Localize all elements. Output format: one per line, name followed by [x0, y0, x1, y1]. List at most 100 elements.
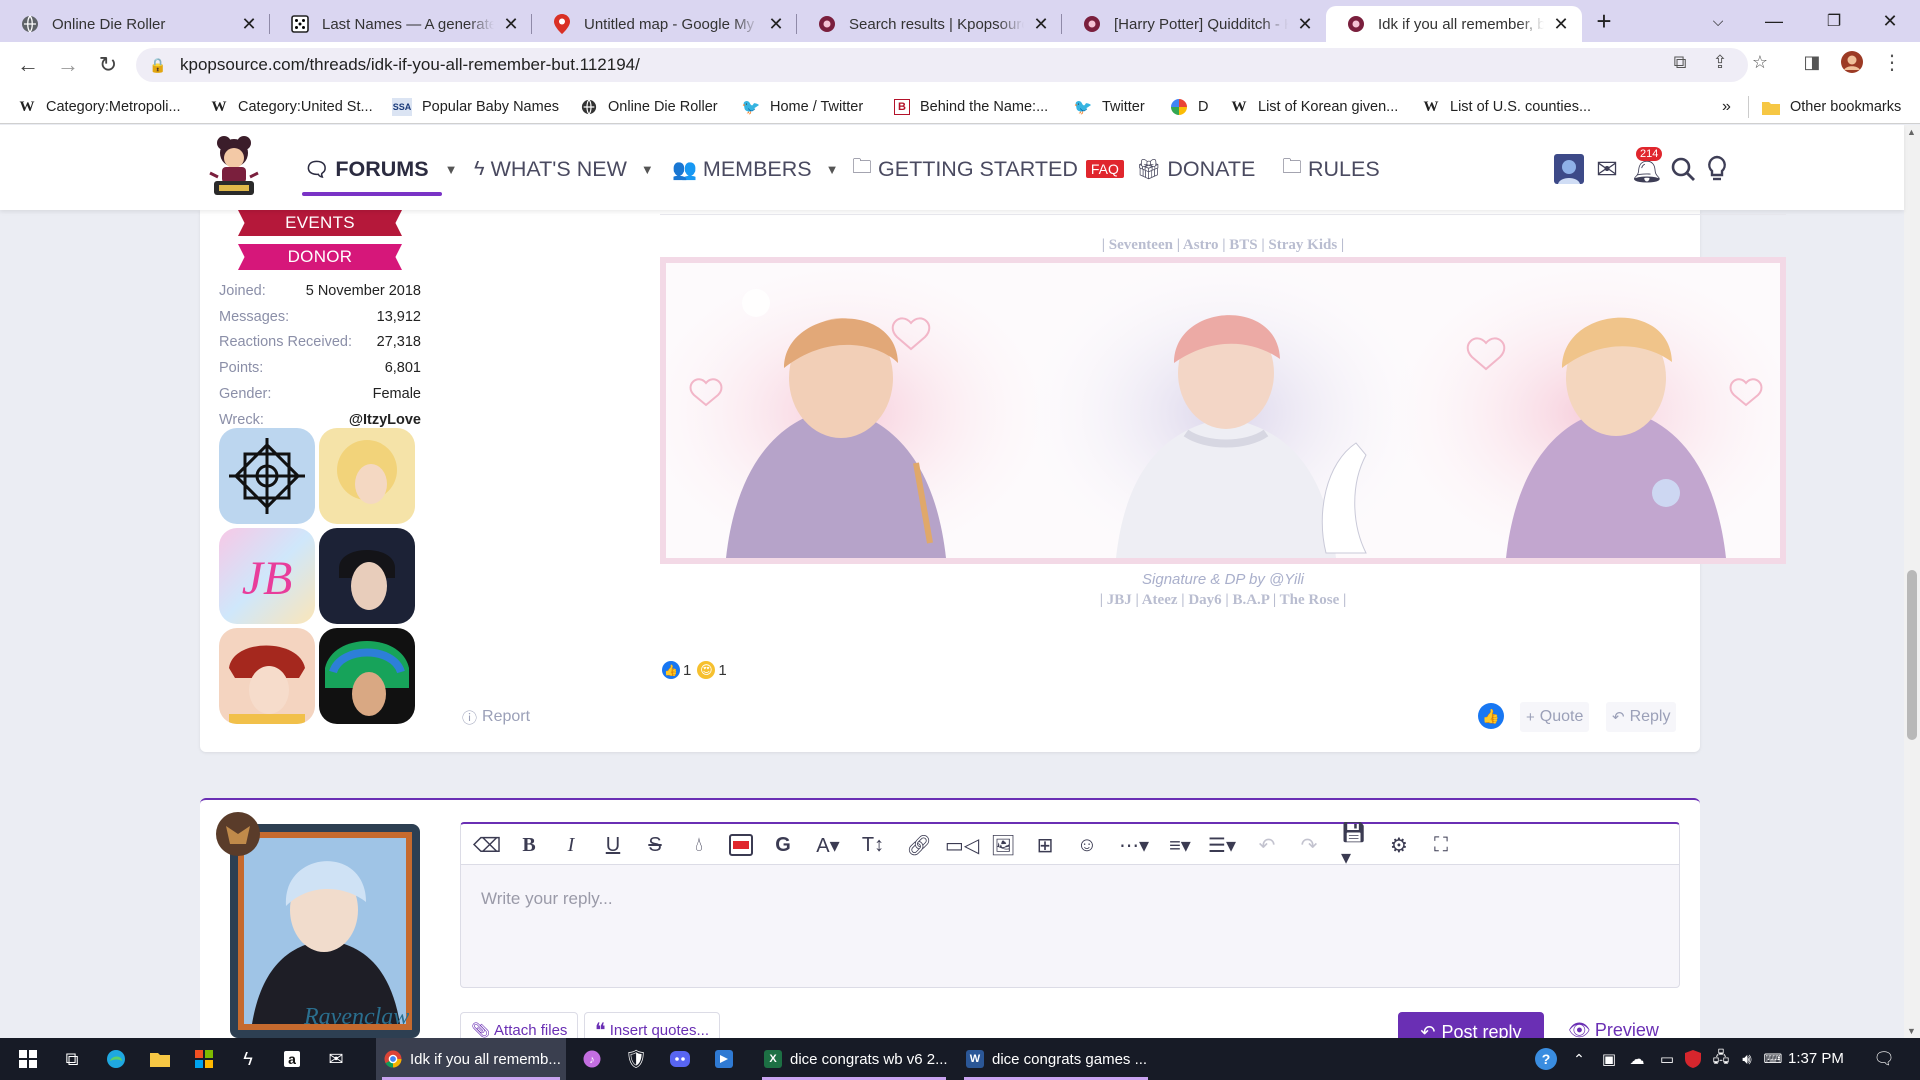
- user-avatar[interactable]: [1552, 152, 1586, 186]
- like-button[interactable]: 👍: [1478, 703, 1504, 729]
- forward-icon[interactable]: →: [54, 51, 82, 79]
- fullscreen-icon[interactable]: ⛶: [1429, 832, 1453, 858]
- bookmark-item[interactable]: B Behind the Name:...: [894, 96, 1048, 118]
- bookmark-item[interactable]: W List of U.S. counties...: [1422, 96, 1592, 118]
- file-explorer-icon[interactable]: [140, 1038, 180, 1080]
- bookmark-item[interactable]: W Category:Metropoli...: [18, 96, 181, 118]
- link-icon[interactable]: 🔗︎: [906, 832, 931, 858]
- bookmark-item[interactable]: Online Die Roller: [580, 96, 718, 118]
- envelope-icon[interactable]: ✉: [1590, 152, 1624, 186]
- image-icon[interactable]: 🖼︎: [990, 832, 1015, 858]
- text-color-icon[interactable]: 💧︎: [687, 832, 711, 858]
- video-icon[interactable]: ▭◁: [945, 832, 979, 858]
- language-icon[interactable]: ⌨: [1760, 1038, 1786, 1080]
- show-hidden-icons-icon[interactable]: ⌃: [1566, 1038, 1592, 1080]
- close-tab-icon[interactable]: ✕: [1030, 13, 1052, 35]
- volume-icon[interactable]: 🔊︎: [1734, 1038, 1760, 1080]
- notifications-icon[interactable]: 🗨: [1864, 1038, 1904, 1080]
- mail-icon[interactable]: ✉: [316, 1038, 356, 1080]
- close-window-icon[interactable]: ✕: [1862, 0, 1918, 42]
- nav-forums[interactable]: 🗨 FORUMS ▼: [304, 155, 457, 183]
- reply-user-avatar[interactable]: Ravenclaw: [212, 810, 428, 1040]
- lightning-app-icon[interactable]: ϟ: [228, 1038, 268, 1080]
- address-bar[interactable]: 🔒 kpopsource.com/threads/idk-if-you-all-…: [136, 48, 1748, 82]
- italic-icon[interactable]: I: [559, 832, 583, 858]
- chevron-down-icon[interactable]: ▼: [641, 162, 654, 177]
- url-text[interactable]: kpopsource.com/threads/idk-if-you-all-re…: [180, 55, 640, 75]
- google-icon[interactable]: G: [771, 832, 795, 858]
- nav-members[interactable]: 👥 MEMBERS ▼: [672, 155, 839, 183]
- close-tab-icon[interactable]: ✕: [238, 13, 260, 35]
- redo-icon[interactable]: ↷: [1297, 832, 1321, 858]
- font-family-icon[interactable]: A▾: [811, 832, 845, 858]
- discord-icon[interactable]: [660, 1038, 700, 1080]
- chevron-down-icon[interactable]: ▼: [826, 162, 839, 177]
- side-panel-icon[interactable]: ◨: [1800, 50, 1824, 74]
- underline-icon[interactable]: U: [601, 832, 625, 858]
- stat-value[interactable]: 13,912: [377, 309, 421, 325]
- network-icon[interactable]: 🖧︎: [1708, 1038, 1734, 1080]
- browser-tab[interactable]: Online Die Roller ✕: [0, 6, 270, 42]
- app-icon[interactable]: [704, 1038, 744, 1080]
- reply-button[interactable]: ↶ Reply: [1606, 702, 1677, 732]
- badge-portrait-blonde[interactable]: [319, 428, 415, 524]
- bold-icon[interactable]: B: [517, 832, 541, 858]
- strikethrough-icon[interactable]: S: [643, 832, 667, 858]
- close-tab-icon[interactable]: ✕: [1294, 13, 1316, 35]
- lock-icon[interactable]: 🔒: [136, 57, 180, 74]
- close-tab-icon[interactable]: ✕: [765, 13, 787, 35]
- search-icon[interactable]: [1666, 152, 1700, 186]
- shield-app-icon[interactable]: 🛡︎: [616, 1038, 656, 1080]
- chevron-down-icon[interactable]: ▼: [445, 162, 458, 177]
- badge-portrait-red[interactable]: [219, 628, 315, 724]
- bookmark-item[interactable]: D: [1170, 96, 1208, 118]
- browser-tab[interactable]: Search results | Kpopsource ✕: [797, 6, 1062, 42]
- bookmark-item[interactable]: 🐦 Twitter: [1074, 96, 1145, 118]
- browser-tab[interactable]: Untitled map - Google My M ✕: [532, 6, 797, 42]
- minimize-icon[interactable]: —: [1746, 0, 1802, 42]
- bookmark-star-icon[interactable]: ☆: [1748, 50, 1772, 74]
- bookmarks-overflow-button[interactable]: »: [1722, 96, 1731, 118]
- browser-menu-icon[interactable]: ⋮: [1880, 50, 1904, 74]
- taskbar-chrome-window[interactable]: Idk if you all rememb...: [376, 1038, 566, 1080]
- open-in-app-icon[interactable]: ⧉: [1668, 50, 1692, 74]
- cloud-icon[interactable]: ☁: [1624, 1038, 1650, 1080]
- stat-value[interactable]: 6,801: [385, 360, 421, 376]
- bookmark-item[interactable]: 🐦 Home / Twitter: [742, 96, 864, 118]
- faq-badge[interactable]: FAQ: [1085, 160, 1124, 178]
- reply-editor[interactable]: Write your reply...: [460, 864, 1680, 988]
- quote-button[interactable]: + Quote: [1520, 702, 1590, 732]
- badge-geometric[interactable]: [219, 428, 315, 524]
- amazon-icon[interactable]: a: [272, 1038, 312, 1080]
- scroll-up-icon[interactable]: ▲: [1907, 127, 1916, 137]
- restore-icon[interactable]: ❐: [1806, 0, 1862, 42]
- bookmark-item[interactable]: W Category:United St...: [210, 96, 373, 118]
- nav-getting-started[interactable]: 🗀 GETTING STARTED FAQ: [852, 155, 1124, 183]
- share-icon[interactable]: ⇪: [1708, 50, 1732, 74]
- gear-icon[interactable]: ⚙: [1387, 832, 1411, 858]
- system-clock[interactable]: 1:37 PM: [1788, 1050, 1844, 1067]
- device-icon[interactable]: ▣: [1596, 1038, 1622, 1080]
- close-tab-icon[interactable]: ✕: [1550, 13, 1572, 35]
- edge-icon[interactable]: [96, 1038, 136, 1080]
- table-icon[interactable]: ⊞: [1033, 832, 1057, 858]
- gif-icon[interactable]: [727, 832, 755, 858]
- new-tab-icon[interactable]: +: [1584, 0, 1624, 42]
- badge-portrait-green[interactable]: [319, 628, 415, 724]
- task-view-icon[interactable]: ⧉: [52, 1038, 92, 1080]
- page-scrollbar[interactable]: ▲ ▼: [1904, 125, 1920, 1038]
- clear-format-icon[interactable]: ⌫: [473, 832, 501, 858]
- report-link[interactable]: ⓘ Report: [456, 702, 536, 732]
- windows-start-icon[interactable]: [8, 1038, 48, 1080]
- site-logo[interactable]: [204, 133, 264, 203]
- scrollbar-thumb[interactable]: [1907, 570, 1917, 740]
- taskbar-excel-window[interactable]: X dice congrats wb v6 2...: [756, 1038, 952, 1080]
- bookmark-item[interactable]: W List of Korean given...: [1230, 96, 1399, 118]
- nav-whats-new[interactable]: ϟ WHAT'S NEW ▼: [474, 155, 654, 183]
- badge-portrait-dark[interactable]: [319, 528, 415, 624]
- help-icon[interactable]: ?: [1530, 1038, 1562, 1080]
- antivirus-icon[interactable]: [1680, 1038, 1706, 1080]
- drafts-icon[interactable]: 💾︎▾: [1341, 822, 1375, 869]
- reactions-summary[interactable]: 👍 1 😍 1: [662, 659, 727, 681]
- font-size-icon[interactable]: T↕: [855, 832, 891, 858]
